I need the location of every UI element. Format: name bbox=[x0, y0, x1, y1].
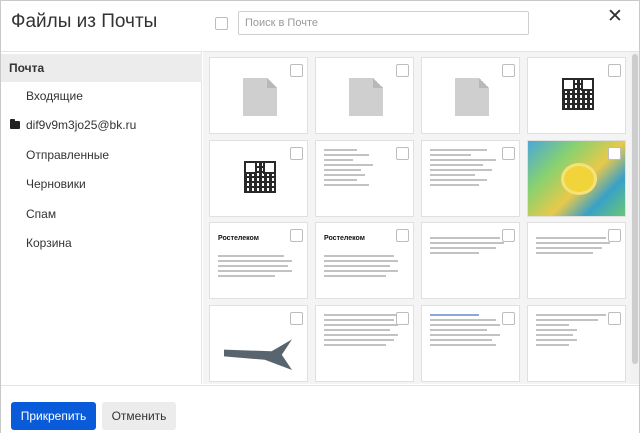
file-tile[interactable] bbox=[527, 222, 626, 299]
folder-icon bbox=[10, 119, 20, 129]
document-thumbnail bbox=[430, 314, 512, 374]
poster-thumbnail bbox=[224, 339, 292, 370]
search-input[interactable] bbox=[238, 11, 529, 35]
attach-button[interactable]: Прикрепить bbox=[11, 402, 96, 430]
document-thumbnail bbox=[324, 255, 406, 298]
qr-code-thumbnail bbox=[244, 161, 276, 193]
file-tile[interactable]: Ростелеком bbox=[209, 222, 308, 299]
cancel-button[interactable]: Отменить bbox=[102, 402, 176, 430]
file-icon bbox=[243, 78, 277, 116]
file-checkbox[interactable] bbox=[290, 312, 303, 325]
file-tile[interactable] bbox=[421, 305, 520, 382]
file-checkbox[interactable] bbox=[290, 229, 303, 242]
file-checkbox[interactable] bbox=[502, 64, 515, 77]
file-checkbox[interactable] bbox=[608, 229, 621, 242]
files-scrollbar[interactable] bbox=[631, 52, 639, 384]
qr-code-thumbnail bbox=[562, 78, 594, 110]
files-grid: Ростелеком Ростелеком bbox=[203, 51, 639, 384]
dialog-title: Файлы из Почты bbox=[11, 11, 158, 32]
file-checkbox[interactable] bbox=[502, 147, 515, 160]
file-tile[interactable] bbox=[209, 140, 308, 217]
file-tile[interactable] bbox=[209, 57, 308, 134]
sidebar-item-mail[interactable]: Почта bbox=[1, 54, 202, 82]
file-checkbox[interactable] bbox=[396, 64, 409, 77]
folder-sidebar: Почта Входящие dif9v9m3jo25@bk.ru Отправ… bbox=[1, 51, 202, 384]
file-tile[interactable] bbox=[315, 57, 414, 134]
file-checkbox[interactable] bbox=[502, 312, 515, 325]
sidebar-item-account[interactable]: dif9v9m3jo25@bk.ru bbox=[1, 111, 202, 139]
document-thumbnail bbox=[430, 237, 512, 297]
file-tile[interactable] bbox=[421, 222, 520, 299]
document-thumbnail bbox=[218, 255, 300, 298]
file-checkbox[interactable] bbox=[290, 147, 303, 160]
file-picker-dialog: Файлы из Почты ✕ Почта Входящие dif9v9m3… bbox=[0, 0, 640, 433]
sidebar-item-drafts[interactable]: Черновики bbox=[1, 170, 202, 198]
file-tile[interactable] bbox=[209, 305, 308, 382]
sidebar-item-sent[interactable]: Отправленные bbox=[1, 141, 202, 169]
document-thumbnail bbox=[324, 314, 406, 374]
file-checkbox[interactable] bbox=[608, 64, 621, 77]
file-checkbox[interactable] bbox=[608, 147, 621, 160]
sidebar-item-spam[interactable]: Спам bbox=[1, 200, 202, 228]
select-all-checkbox[interactable] bbox=[215, 17, 228, 30]
file-checkbox[interactable] bbox=[290, 64, 303, 77]
scroll-thumb[interactable] bbox=[632, 54, 638, 364]
file-checkbox[interactable] bbox=[396, 229, 409, 242]
dialog-header: Файлы из Почты ✕ bbox=[1, 1, 639, 49]
file-tile[interactable] bbox=[315, 140, 414, 217]
document-thumbnail bbox=[430, 149, 512, 209]
file-tile[interactable]: Ростелеком bbox=[315, 222, 414, 299]
file-icon bbox=[349, 78, 383, 116]
rostelecom-logo: Ростелеком bbox=[324, 235, 365, 242]
file-tile[interactable] bbox=[315, 305, 414, 382]
file-checkbox[interactable] bbox=[396, 147, 409, 160]
rostelecom-logo: Ростелеком bbox=[218, 235, 259, 242]
file-icon bbox=[455, 78, 489, 116]
sidebar-item-label: dif9v9m3jo25@bk.ru bbox=[26, 118, 137, 132]
file-tile[interactable] bbox=[527, 140, 626, 217]
document-thumbnail bbox=[536, 237, 618, 297]
document-thumbnail bbox=[324, 149, 406, 209]
file-tile[interactable] bbox=[421, 140, 520, 217]
file-checkbox[interactable] bbox=[502, 229, 515, 242]
file-tile[interactable] bbox=[527, 305, 626, 382]
close-icon[interactable]: ✕ bbox=[605, 7, 625, 27]
sidebar-item-trash[interactable]: Корзина bbox=[1, 229, 202, 257]
file-tile[interactable] bbox=[421, 57, 520, 134]
dialog-footer: Прикрепить Отменить bbox=[1, 385, 639, 433]
file-checkbox[interactable] bbox=[608, 312, 621, 325]
sidebar-item-inbox[interactable]: Входящие bbox=[1, 82, 202, 110]
file-tile[interactable] bbox=[527, 57, 626, 134]
document-thumbnail bbox=[536, 314, 618, 374]
file-checkbox[interactable] bbox=[396, 312, 409, 325]
